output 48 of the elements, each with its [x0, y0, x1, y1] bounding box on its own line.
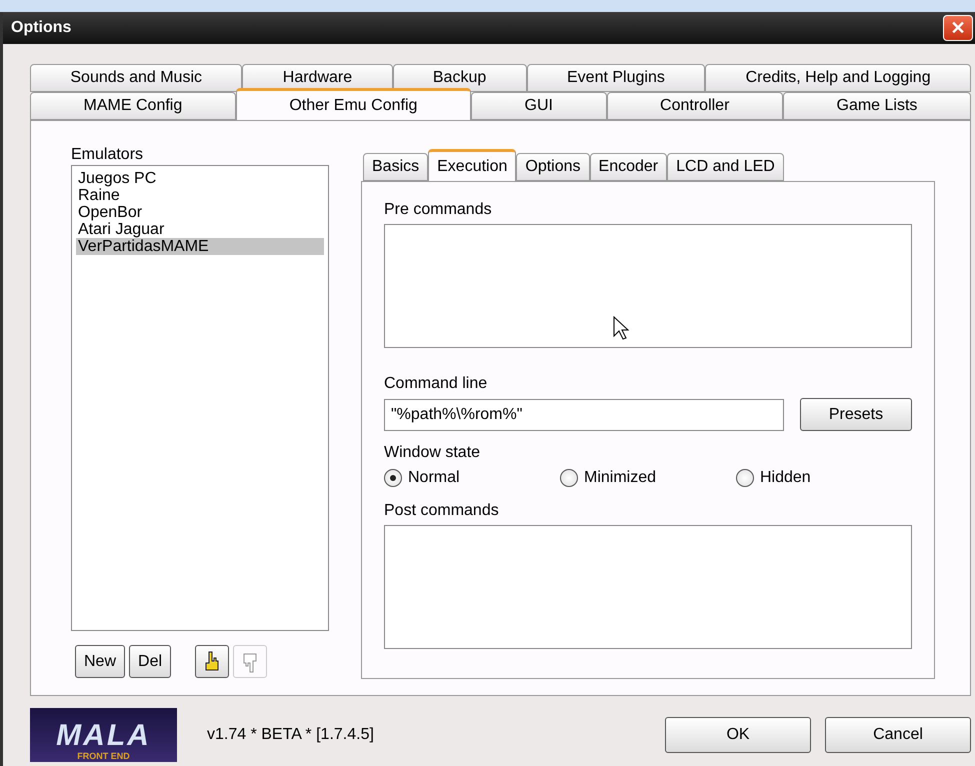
move-up-button[interactable] [195, 645, 230, 678]
tab[interactable]: Execution [428, 149, 516, 181]
logo-title: MALA [56, 721, 151, 751]
radio-icon[interactable] [384, 469, 402, 487]
list-item[interactable]: OpenBor [76, 204, 324, 221]
emulator-list[interactable]: Juegos PC Raine OpenBor Atari Jaguar VerPartidasMAME [71, 165, 329, 631]
cancel-button[interactable]: Cancel [825, 717, 971, 753]
radio-option[interactable]: Minimized [560, 469, 736, 487]
new-button[interactable]: New [75, 645, 126, 678]
tab[interactable]: Sounds and Music [30, 64, 242, 92]
field-label: Post commands [384, 501, 500, 521]
tab[interactable]: Basics [363, 153, 428, 181]
tab[interactable]: Options [516, 153, 590, 181]
close-button[interactable]: ✕ [943, 15, 973, 41]
cursor-icon [613, 316, 629, 340]
field-label: Pre commands [384, 200, 493, 220]
tab[interactable]: Credits, Help and Logging [705, 64, 971, 92]
field-label: Window state [384, 443, 482, 463]
ok-button[interactable]: OK [665, 717, 811, 753]
pre-commands-field[interactable] [384, 224, 912, 348]
version-text: v1.74 * BETA * [1.7.4.5] [207, 726, 375, 744]
tab[interactable]: Encoder [590, 153, 668, 181]
tab[interactable]: MAME Config [30, 92, 236, 120]
post-commands-field[interactable] [384, 525, 912, 649]
field-label: Command line [384, 374, 488, 394]
list-item[interactable]: Juegos PC [76, 170, 324, 187]
list-item[interactable]: Atari Jaguar [76, 221, 324, 238]
tab[interactable]: Event Plugins [526, 64, 706, 92]
emulators-label: Emulators [71, 145, 144, 165]
radio-option[interactable]: Normal [384, 469, 560, 487]
logo-subtitle: FRONT END [77, 751, 130, 762]
tab[interactable]: GUI [470, 92, 606, 120]
hand-icon [203, 650, 222, 672]
presets-button[interactable]: Presets [800, 398, 912, 431]
tab[interactable]: LCD and LED [667, 153, 784, 181]
list-item[interactable]: VerPartidasMAME [76, 238, 324, 255]
tab[interactable]: Game Lists [782, 92, 971, 120]
command-line-field[interactable]: "%path%\%rom%" [384, 398, 784, 430]
list-item[interactable]: Raine [76, 187, 324, 204]
radio-option[interactable]: Hidden [736, 469, 912, 487]
tab[interactable]: Other Emu Config [236, 88, 471, 120]
tab[interactable]: Controller [606, 92, 783, 120]
window-title: Options [11, 19, 72, 37]
radio-icon[interactable] [560, 469, 578, 487]
hand-icon [241, 650, 260, 672]
tab[interactable]: Backup [392, 64, 527, 92]
delete-button[interactable]: Del [129, 645, 172, 678]
radio-icon[interactable] [736, 469, 754, 487]
